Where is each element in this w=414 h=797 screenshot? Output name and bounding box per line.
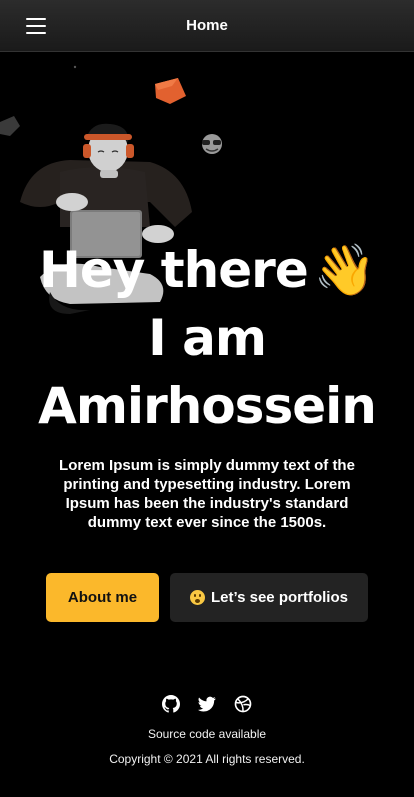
- surprised-face-icon: [190, 590, 205, 605]
- top-bar: Home: [0, 0, 414, 52]
- sunglasses-emoji-graphic: [202, 134, 222, 154]
- headline-name: Amirhossein: [38, 377, 377, 435]
- portfolios-label: Let’s see portfolios: [211, 589, 348, 606]
- hero-headline: Hey there 👋 I am Amirhossein: [0, 236, 414, 440]
- headline-intro: I am: [148, 309, 267, 367]
- about-me-label: About me: [67, 589, 138, 606]
- hero-description: Lorem Ipsum is simply dummy text of the …: [59, 457, 355, 531]
- copyright-text: Copyright © 2021 All rights reserved.: [109, 752, 305, 766]
- social-links: [0, 695, 414, 713]
- about-me-button[interactable]: About me: [46, 573, 159, 622]
- floating-rock: [0, 116, 20, 136]
- twitter-icon[interactable]: [198, 695, 216, 713]
- hero-actions: About me Let’s see portfolios: [46, 573, 368, 622]
- waving-hand-icon: 👋: [313, 241, 376, 299]
- headline-greeting: Hey there: [39, 241, 309, 299]
- page-title: Home: [186, 17, 228, 34]
- portfolios-button[interactable]: Let’s see portfolios: [170, 573, 368, 622]
- github-icon[interactable]: [162, 695, 180, 713]
- dribbble-icon[interactable]: [234, 695, 252, 713]
- hamburger-menu-icon[interactable]: [26, 18, 46, 34]
- source-code-note: Source code available: [147, 727, 267, 741]
